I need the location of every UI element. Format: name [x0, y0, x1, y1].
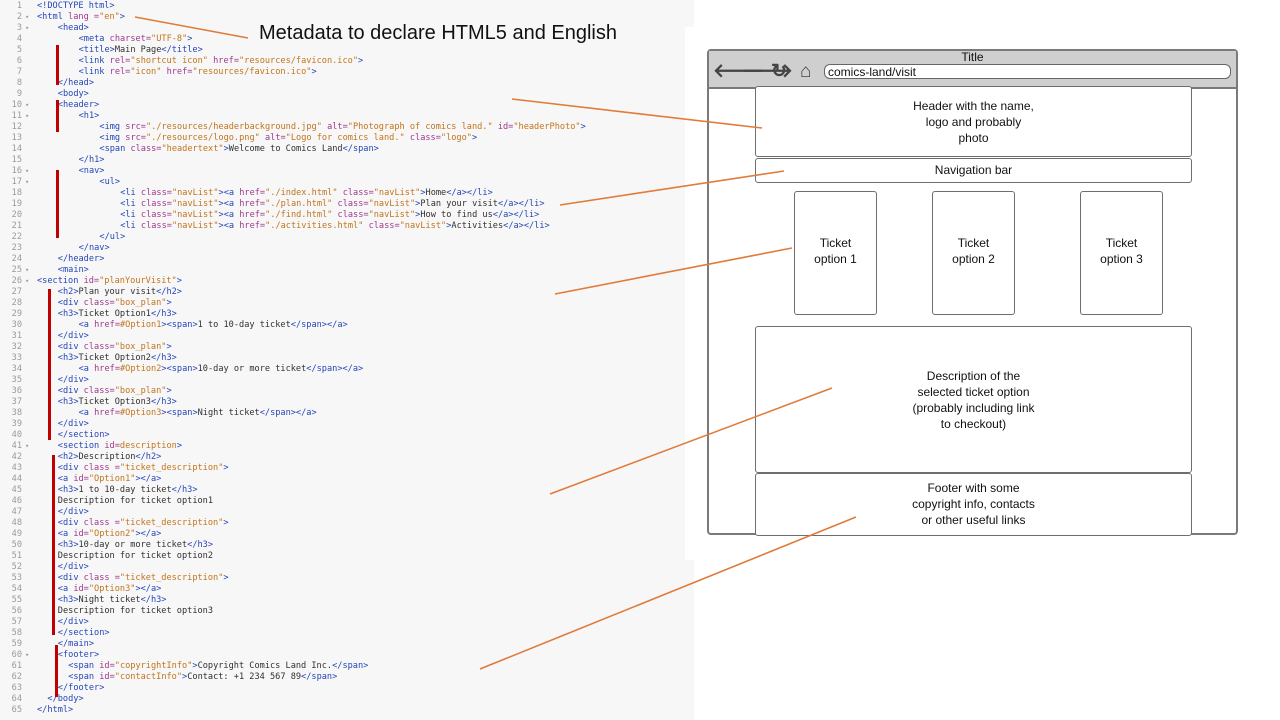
connector-header: [511, 98, 763, 129]
connector-lines: [134, 16, 857, 670]
connector-nav: [559, 170, 785, 206]
connector-metadata: [134, 16, 249, 39]
connector-footer: [479, 516, 857, 670]
connector-description: [549, 387, 833, 495]
connector-tickets: [554, 247, 793, 295]
